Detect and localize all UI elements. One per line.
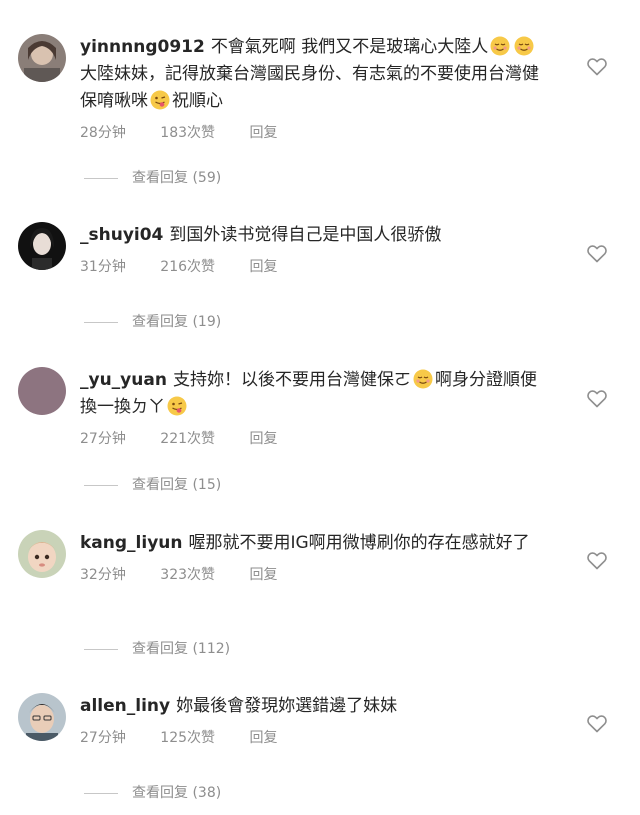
like-button[interactable]: [585, 548, 609, 572]
comment-text: allen_liny 妳最後會發現妳選錯邊了妹妹: [80, 693, 550, 720]
view-replies-label: 查看回复 (19): [132, 314, 222, 330]
avatar[interactable]: [18, 34, 66, 82]
divider-line: [84, 177, 118, 179]
comment-body: yinnnng0912 不會氣死啊 我們又不是玻璃心大陸人大陸妹妹，記得放棄台灣國…: [80, 34, 550, 143]
relieved-face-emoji-icon: [490, 36, 510, 56]
comment-text-part: 不會氣死啊 我們又不是玻璃心大陸人: [210, 37, 489, 57]
view-replies-label: 查看回复 (15): [132, 477, 222, 493]
comment-username[interactable]: _yu_yuan: [80, 370, 167, 390]
divider-line: [84, 792, 118, 794]
view-replies-button[interactable]: 查看回复 (112): [84, 638, 230, 660]
view-replies-button[interactable]: 查看回复 (59): [84, 167, 221, 189]
comment-body: kang_liyun 喔那就不要用IG啊用微博刷你的存在感就好了 32分钟 323…: [80, 530, 550, 585]
comment-text-part: 喔那就不要用IG啊用微博刷你的存在感就好了: [188, 533, 530, 553]
view-replies-label: 查看回复 (59): [132, 170, 222, 186]
comment-text-part: 妳最後會發現妳選錯邊了妹妹: [176, 696, 398, 716]
comment-time: 32分钟: [80, 567, 126, 583]
view-replies-button[interactable]: 查看回复 (15): [84, 474, 221, 496]
heart-outline-icon: [587, 58, 607, 76]
reply-button[interactable]: 回复: [249, 123, 277, 143]
comment-time: 31分钟: [80, 259, 126, 275]
comment-time: 28分钟: [80, 125, 126, 141]
avatar[interactable]: [18, 222, 66, 270]
avatar-image: [18, 367, 66, 415]
relieved-face-emoji-icon: [413, 369, 433, 389]
comment-body: _shuyi04 到国外读书觉得自己是中国人很骄傲 31分钟 216次赞 回复: [80, 222, 550, 277]
divider-line: [84, 321, 118, 323]
divider-line: [84, 648, 118, 650]
comment-likes[interactable]: 125次赞: [160, 728, 215, 748]
reply-button[interactable]: 回复: [249, 565, 277, 585]
avatar-image: [18, 222, 66, 270]
heart-outline-icon: [587, 715, 607, 733]
comment-text-part: 支持妳！以後不要用台灣健保ㄛ: [172, 370, 411, 390]
comment-likes[interactable]: 216次赞: [160, 257, 215, 277]
comment-meta: 28分钟 183次赞 回复: [80, 123, 550, 143]
comment-likes[interactable]: 183次赞: [160, 123, 215, 143]
comment-text: _shuyi04 到国外读书觉得自己是中国人很骄傲: [80, 222, 550, 249]
reply-button[interactable]: 回复: [249, 257, 277, 277]
comment-likes[interactable]: 323次赞: [160, 565, 215, 585]
comment-meta: 32分钟 323次赞 回复: [80, 565, 550, 585]
comment-meta: 27分钟 125次赞 回复: [80, 728, 550, 748]
comment-text-part: 到国外读书觉得自己是中国人很骄傲: [169, 225, 442, 245]
like-button[interactable]: [585, 711, 609, 735]
heart-outline-icon: [587, 552, 607, 570]
heart-outline-icon: [587, 245, 607, 263]
heart-outline-icon: [587, 390, 607, 408]
divider-line: [84, 484, 118, 486]
view-replies-label: 查看回复 (38): [132, 785, 222, 801]
comment-body: _yu_yuan 支持妳！以後不要用台灣健保ㄛ 啊身分證順便換一換ㄉㄚ 27分钟 2…: [80, 367, 550, 449]
comment-text: _yu_yuan 支持妳！以後不要用台灣健保ㄛ 啊身分證順便換一換ㄉㄚ: [80, 367, 550, 421]
view-replies-button[interactable]: 查看回复 (38): [84, 782, 221, 804]
like-button[interactable]: [585, 386, 609, 410]
comment-text-part: 大陸妹妹，記得放棄台灣國民身份、有志氣的不要使用台灣健保唷啾咪: [80, 64, 539, 111]
comment-text: yinnnng0912 不會氣死啊 我們又不是玻璃心大陸人大陸妹妹，記得放棄台灣國…: [80, 34, 550, 115]
comment-time: 27分钟: [80, 730, 126, 746]
comment-text-part: 祝順心: [172, 91, 223, 111]
comment-time: 27分钟: [80, 431, 126, 447]
reply-button[interactable]: 回复: [249, 429, 277, 449]
like-button[interactable]: [585, 241, 609, 265]
winking-tongue-face-emoji-icon: [150, 90, 170, 110]
relieved-face-emoji-icon: [514, 36, 534, 56]
comment-text: kang_liyun 喔那就不要用IG啊用微博刷你的存在感就好了: [80, 530, 550, 557]
comment-username[interactable]: allen_liny: [80, 696, 170, 716]
reply-button[interactable]: 回复: [249, 728, 277, 748]
comment-username[interactable]: _shuyi04: [80, 225, 163, 245]
avatar-image: [18, 693, 66, 741]
winking-tongue-face-emoji-icon: [167, 396, 187, 416]
view-replies-label: 查看回复 (112): [132, 641, 231, 657]
avatar[interactable]: [18, 693, 66, 741]
like-button[interactable]: [585, 54, 609, 78]
avatar-image: [18, 530, 66, 578]
avatar[interactable]: [18, 367, 66, 415]
comment-body: allen_liny 妳最後會發現妳選錯邊了妹妹 27分钟 125次赞 回复: [80, 693, 550, 748]
avatar[interactable]: [18, 530, 66, 578]
view-replies-button[interactable]: 查看回复 (19): [84, 311, 221, 333]
comment-likes[interactable]: 221次赞: [160, 429, 215, 449]
comments-list: yinnnng0912 不會氣死啊 我們又不是玻璃心大陸人大陸妹妹，記得放棄台灣國…: [0, 0, 640, 815]
comment-meta: 31分钟 216次赞 回复: [80, 257, 550, 277]
comment-username[interactable]: kang_liyun: [80, 533, 183, 553]
comment-meta: 27分钟 221次赞 回复: [80, 429, 550, 449]
avatar-image: [18, 34, 66, 82]
comment-username[interactable]: yinnnng0912: [80, 37, 205, 57]
